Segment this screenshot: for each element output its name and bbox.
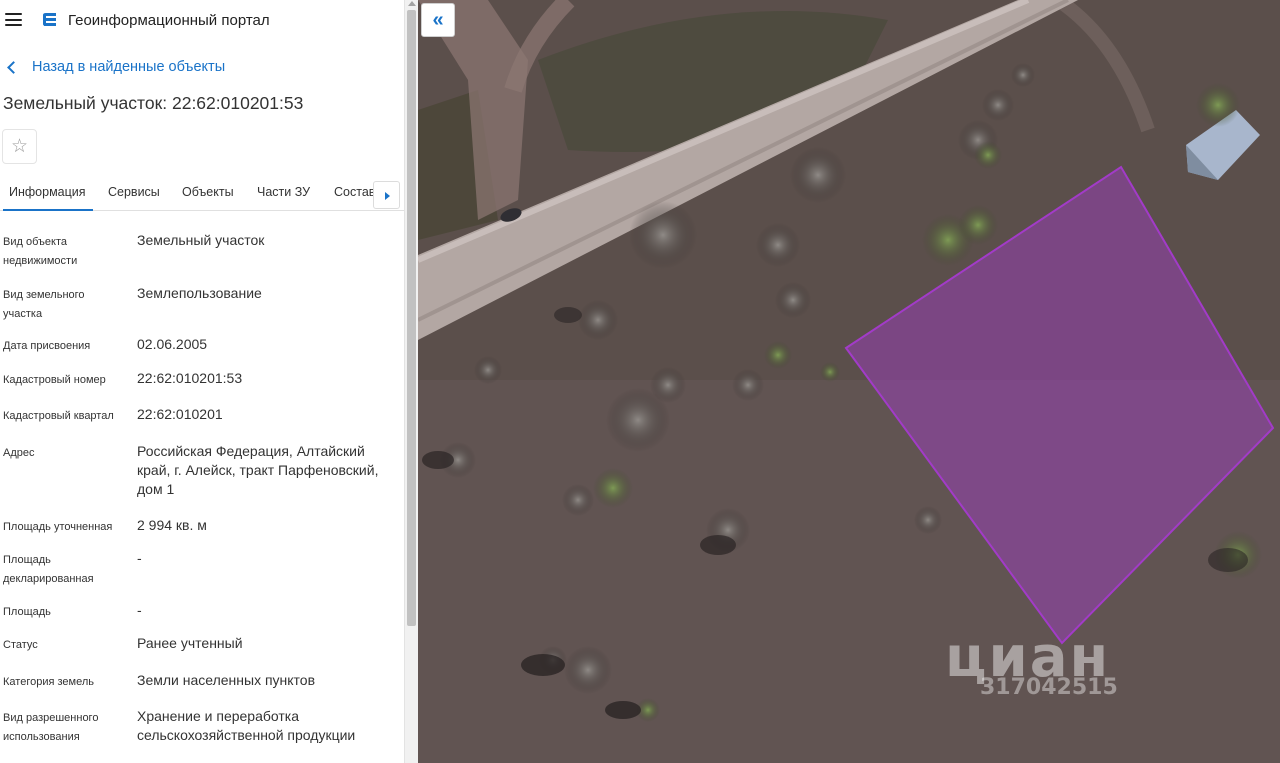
info-value: Ранее учтенный [137,635,243,651]
info-value: - [137,602,142,618]
info-value: Землепользование [137,285,262,301]
info-value: 2 994 кв. м [137,517,207,533]
info-label: Адрес [3,447,35,459]
info-label: Площадь декларированная [3,554,94,585]
map-view[interactable] [418,0,1280,763]
info-value: 02.06.2005 [137,336,208,352]
info-label: Кадастровый квартал [3,410,114,422]
info-value: 22:62:010201:53 [137,370,243,386]
tab-info[interactable]: Информация [3,185,93,211]
chevron-left-icon [7,60,20,74]
app-header: Геоинформационный портал [0,0,404,40]
info-value: Хранение и переработка сельскохозяйствен… [137,708,356,743]
info-label: Дата присвоения [3,340,91,352]
back-link-label: Назад в найденные объекты [32,59,226,75]
info-value: Земельный участок [137,232,265,248]
info-label: Площадь уточненная [3,521,113,533]
info-label: Кадастровый номер [3,374,106,386]
info-value: 22:62:010201 [137,406,223,422]
tab-parts[interactable]: Части ЗУ [257,185,310,211]
info-value: - [137,550,142,566]
info-label: Статус [3,639,38,651]
page-title: Земельный участок: 22:62:010201:53 [3,93,304,113]
info-value: Земли населенных пунктов [137,672,316,688]
scrollbar-thumb[interactable] [407,10,416,626]
star-icon: ☆ [10,136,29,157]
caret-right-icon [385,192,390,200]
watermark-id: 317042515 [980,675,1118,700]
app-title: Геоинформационный портал [68,12,270,29]
info-label: Вид разрешенного использования [3,712,99,743]
tab-services[interactable]: Сервисы [108,185,160,211]
sidebar-panel: Геоинформационный портал Назад в найденн… [0,0,404,763]
tab-bar: Информация Сервисы Объекты Части ЗУ Сост… [0,180,404,211]
favorite-button[interactable]: ☆ [2,129,37,164]
info-label: Площадь [3,606,51,618]
double-chevron-left-icon: « [432,9,444,31]
tab-composition[interactable]: Состав [334,185,375,211]
satellite-imagery [418,0,1280,763]
info-value: Российская Федерация, Алтайский край, г.… [137,443,379,497]
menu-icon[interactable] [5,13,22,26]
portal-logo-icon [43,13,56,26]
tab-objects[interactable]: Объекты [182,185,234,211]
back-to-results-link[interactable]: Назад в найденные объекты [6,59,225,75]
tab-scroll-right-button[interactable] [373,181,400,209]
scroll-up-icon[interactable] [408,1,416,6]
info-label: Категория земель [3,676,94,688]
collapse-panel-button[interactable]: « [421,3,455,37]
info-label: Вид земельного участка [3,289,85,320]
info-label: Вид объекта недвижимости [3,236,78,267]
sidebar-scrollbar[interactable] [404,0,418,763]
